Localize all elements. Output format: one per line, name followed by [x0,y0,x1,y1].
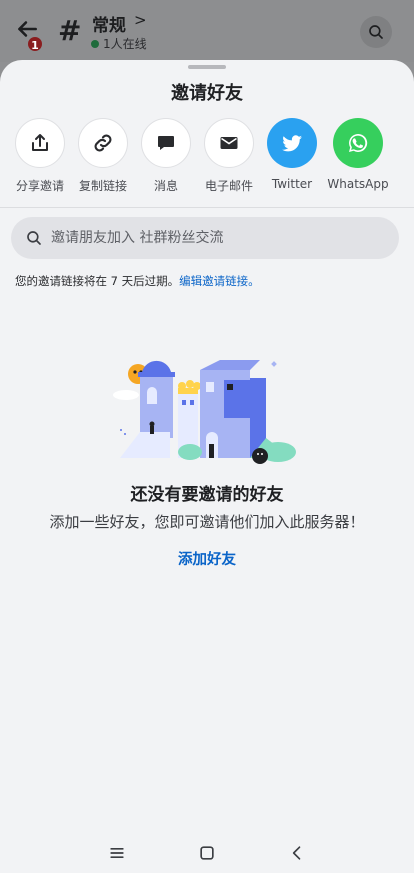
whatsapp-icon [349,133,368,152]
unread-badge: 1 [26,35,44,53]
share-options: 分享邀请 复制链接 消息 电子邮件 Twitter WhatsApp [0,118,414,198]
whatsapp-circle[interactable] [333,118,383,168]
sheet-title: 邀请好友 [171,83,243,104]
sheet-drag-handle[interactable] [188,65,226,69]
square-home-icon [200,846,214,860]
edit-invite-link[interactable]: 编辑邀请链接。 [179,274,260,288]
online-count: 1人在线 [103,37,147,51]
twitter-button[interactable]: Twitter [259,118,325,191]
chevron-right-icon: > [134,11,147,29]
twitter-bird-icon [282,135,302,152]
friend-search-box[interactable] [11,217,399,259]
menu-lines-icon [110,848,124,858]
channel-header: 1 # 常规 > 1人在线 [0,0,414,62]
link-icon [94,134,112,152]
whatsapp-label: WhatsApp [327,177,389,191]
message-label: 消息 [153,179,178,193]
message-bubble-icon [158,136,174,150]
envelope-icon [220,137,238,149]
copy-link-circle[interactable] [78,118,128,168]
online-dot-icon [91,39,99,48]
copy-link-button[interactable]: 复制链接 [70,118,136,194]
share-invite-circle[interactable] [15,118,65,168]
system-nav-bar [0,833,414,873]
empty-state-illustration [113,360,296,464]
hash-icon: # [58,14,82,47]
system-back-button[interactable] [285,841,309,865]
online-status: 1人在线 [91,35,147,52]
email-label: 电子邮件 [204,179,253,193]
empty-state-title: 还没有要邀请的好友 [130,485,284,505]
share-invite-button[interactable]: 分享邀请 [7,118,73,194]
share-invite-label: 分享邀请 [15,179,64,193]
email-button[interactable]: 电子邮件 [196,118,262,194]
copy-link-label: 复制链接 [78,179,127,193]
message-button[interactable]: 消息 [133,118,199,194]
message-circle[interactable] [141,118,191,168]
expiry-message: 您的邀请链接将在 7 天后过期。 [15,274,180,288]
email-circle[interactable] [204,118,254,168]
header-search-button[interactable] [360,16,392,48]
search-icon [369,25,383,39]
share-upload-icon [32,134,48,151]
empty-state-subtitle: 添加一些好友，您即可邀请他们加入此服务器！ [49,513,365,531]
invite-expiry-text: 您的邀请链接将在 7 天后过期。编辑邀请链接。 [15,273,260,289]
chevron-left-icon [292,846,301,860]
add-friends-link[interactable]: 添加好友 [0,548,414,569]
twitter-label: Twitter [271,177,313,191]
invite-sheet: 邀请好友 分享邀请 复制链接 消息 电子邮件 Twitter WhatsApp … [0,60,414,833]
whatsapp-button[interactable]: WhatsApp [325,118,391,191]
divider [0,207,414,208]
recent-apps-button[interactable] [105,841,129,865]
friend-search-input[interactable] [51,230,371,246]
channel-title[interactable]: 常规 [92,11,126,36]
twitter-circle[interactable] [267,118,317,168]
search-icon [27,231,41,245]
home-button[interactable] [195,841,219,865]
